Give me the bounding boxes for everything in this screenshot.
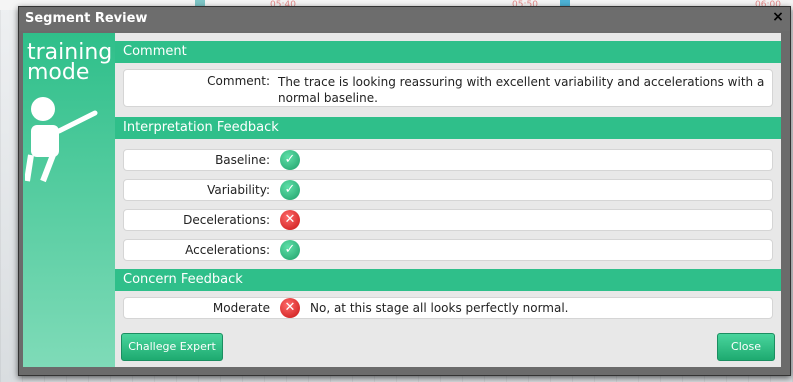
mode-line2: mode bbox=[27, 60, 90, 85]
check-circle-icon: ✓ bbox=[280, 180, 300, 200]
comment-row: Comment: The trace is looking reassuring… bbox=[123, 69, 773, 107]
interpretation-row: Accelerations: ✓ bbox=[123, 239, 773, 261]
concern-level-label: Moderate bbox=[212, 301, 270, 315]
accelerations-label: Accelerations: bbox=[185, 243, 270, 257]
feedback-main: Comment Comment: The trace is looking re… bbox=[115, 33, 781, 367]
dialog-content: training mode Comment Comment: The trace… bbox=[23, 33, 781, 367]
baseline-label: Baseline: bbox=[215, 153, 270, 167]
comment-label: Comment: bbox=[207, 74, 270, 88]
interpretation-row: Decelerations: ✕ bbox=[123, 209, 773, 231]
close-icon[interactable]: × bbox=[770, 9, 786, 25]
decelerations-label: Decelerations: bbox=[183, 213, 270, 227]
dialog-titlebar: Segment Review × bbox=[19, 7, 790, 31]
x-circle-icon: ✕ bbox=[280, 298, 300, 318]
section-concern-header: Concern Feedback bbox=[115, 269, 781, 291]
variability-label: Variability: bbox=[207, 183, 270, 197]
check-circle-icon: ✓ bbox=[280, 240, 300, 260]
teacher-icon bbox=[25, 97, 98, 183]
section-interpretation-header: Interpretation Feedback bbox=[115, 117, 781, 139]
challenge-expert-button[interactable]: Challege Expert bbox=[121, 333, 223, 361]
segment-review-dialog: Segment Review × training mode Comment C… bbox=[18, 6, 791, 376]
dialog-title: Segment Review bbox=[25, 11, 148, 26]
comment-text: The trace is looking reassuring with exc… bbox=[278, 75, 765, 105]
section-comment-header: Comment bbox=[115, 41, 781, 63]
interpretation-row: Baseline: ✓ bbox=[123, 149, 773, 171]
training-mode-panel: training mode bbox=[23, 33, 115, 367]
interpretation-row: Variability: ✓ bbox=[123, 179, 773, 201]
close-button[interactable]: Close bbox=[717, 333, 775, 361]
training-mode-label: training mode bbox=[27, 42, 112, 85]
concern-text: No, at this stage all looks perfectly no… bbox=[310, 301, 569, 315]
x-circle-icon: ✕ bbox=[280, 210, 300, 230]
concern-row: Moderate ✕ No, at this stage all looks p… bbox=[123, 297, 773, 319]
check-circle-icon: ✓ bbox=[280, 150, 300, 170]
